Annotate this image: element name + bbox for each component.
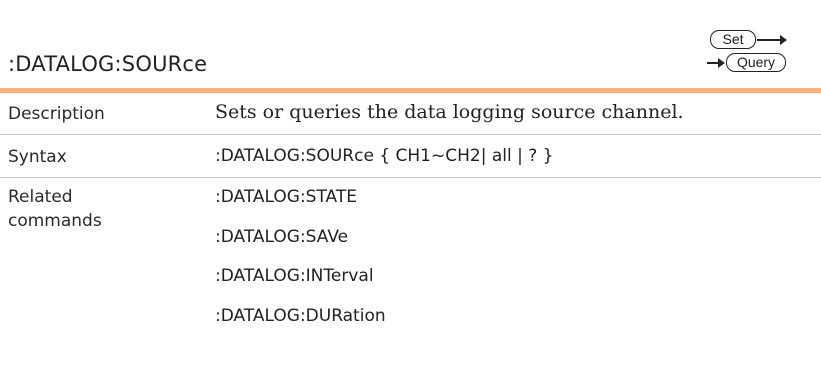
related-command-item: :DATALOG:DURation [215,306,386,326]
query-badge: Query [726,53,786,72]
header-accent-rule [0,88,821,93]
query-arrow-icon [707,58,725,68]
set-arrow-icon [757,35,787,45]
set-badge: Set [710,30,756,49]
related-command-item: :DATALOG:STATE [215,187,357,207]
row-divider [0,134,821,135]
set-query-badges: Set Query [706,30,816,72]
description-label: Description [8,104,105,124]
syntax-value: :DATALOG:SOURce { CH1~CH2| all | ? } [215,146,554,166]
related-label-line-2: commands [8,211,102,231]
description-value: Sets or queries the data logging source … [215,101,684,123]
related-command-item: :DATALOG:INTerval [215,266,374,286]
command-title: :DATALOG:SOURce [8,52,208,76]
related-label-line-1: Related [8,187,73,207]
related-command-item: :DATALOG:SAVe [215,227,349,247]
syntax-label: Syntax [8,147,67,167]
row-divider [0,177,821,178]
related-commands-label: Related commands [8,185,102,233]
